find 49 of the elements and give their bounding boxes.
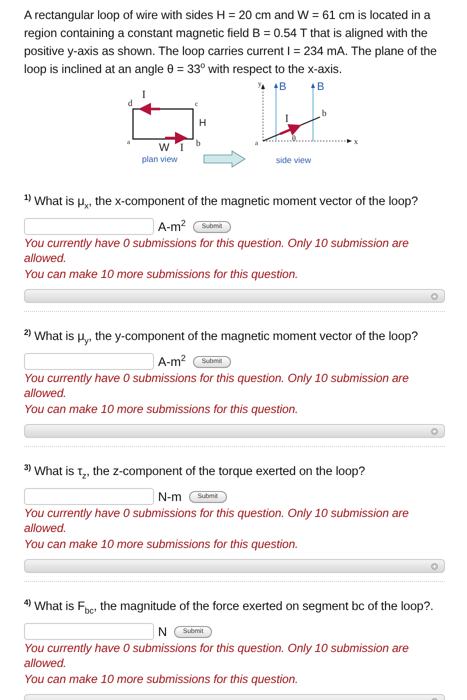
question-text: $^{2)}$ What is μ$_{y}$, the y-component of the magnetic moment vector of the loop?	[24, 327, 419, 346]
submission-warning: You currently have 0 submissions for this question. Only 10 submission are allowed.	[24, 236, 410, 266]
diagram-label: side view	[276, 155, 311, 165]
submission-warning: You currently have 0 submissions for this question. Only 10 submission are allowed.	[24, 641, 410, 671]
diagram-label: B	[279, 81, 286, 93]
diagram-label: H	[199, 118, 206, 129]
unit-label: N-m	[158, 490, 182, 504]
diagram-label: θ	[292, 134, 296, 143]
answer-field[interactable]	[24, 623, 154, 640]
question-text: $^{1)}$ What is μ$_{x}$, the x-component of the magnetic moment vector of the loop?	[24, 192, 419, 211]
problem-text: A rectangular loop of wire with sides H = 20 cm and W = 61 cm is located in a region containing a constant magnetic field B = 0.54 T that is aligned with the positive y-axis as shown. The loop carries current I = 234 mA. The plane of the loop is inclined at an angle θ = 33$^{o}$ with respect to the x-axis.	[24, 7, 438, 78]
diagram-label: d	[128, 98, 132, 108]
y-axis	[261, 84, 265, 142]
remaining-submissions: You can make 10 more submissions for this question.	[24, 672, 300, 687]
remaining-submissions: You can make 10 more submissions for this question.	[24, 537, 300, 552]
answer-field[interactable]	[24, 218, 154, 235]
current-arrow	[280, 124, 302, 136]
current-arrow	[138, 102, 160, 116]
field-line	[311, 83, 315, 142]
expand-icon[interactable]	[431, 428, 438, 434]
expand-icon[interactable]	[431, 562, 438, 570]
diagram-label: I	[285, 113, 289, 125]
answer-field[interactable]	[24, 488, 154, 505]
diagram-label: I	[180, 142, 184, 154]
submission-warning: You currently have 0 submissions for this question. Only 10 submission are allowed.	[24, 371, 410, 401]
diagram-label: I	[142, 89, 146, 101]
diagram-label: x	[354, 137, 358, 146]
unit-label: N	[158, 624, 168, 638]
hint-bar[interactable]	[24, 289, 445, 303]
diagram-label: b	[196, 138, 200, 148]
submission-warning: You currently have 0 submissions for this question. Only 10 submission are allowed.	[24, 506, 410, 536]
field-line	[274, 83, 278, 142]
unit-label: A-m$^{2}$	[158, 220, 186, 234]
question-text: $^{4)}$ What is F$_{bc}$, the magnitude of the force exerted on segment bc of the loop?.	[24, 597, 434, 616]
diagram-label: b	[322, 108, 326, 118]
remaining-submissions: You can make 10 more submissions for this question.	[24, 267, 300, 282]
remaining-submissions: You can make 10 more submissions for this question.	[24, 402, 300, 417]
diagram-label: B	[317, 81, 324, 93]
question-text: $^{3)}$ What is τ$_{z}$, the z-component of the torque exerted on the loop?	[24, 462, 366, 481]
diagram-label: W	[159, 142, 170, 154]
answer-field[interactable]	[24, 353, 154, 370]
unit-label: A-m$^{2}$	[158, 354, 186, 368]
block-arrow	[204, 150, 246, 168]
loop-drawing	[132, 108, 194, 140]
hint-bar[interactable]	[24, 559, 445, 573]
diagram-label: plan view	[142, 154, 178, 164]
expand-icon[interactable]	[431, 292, 438, 300]
hint-bar[interactable]	[24, 424, 445, 438]
current-arrow	[165, 132, 188, 144]
